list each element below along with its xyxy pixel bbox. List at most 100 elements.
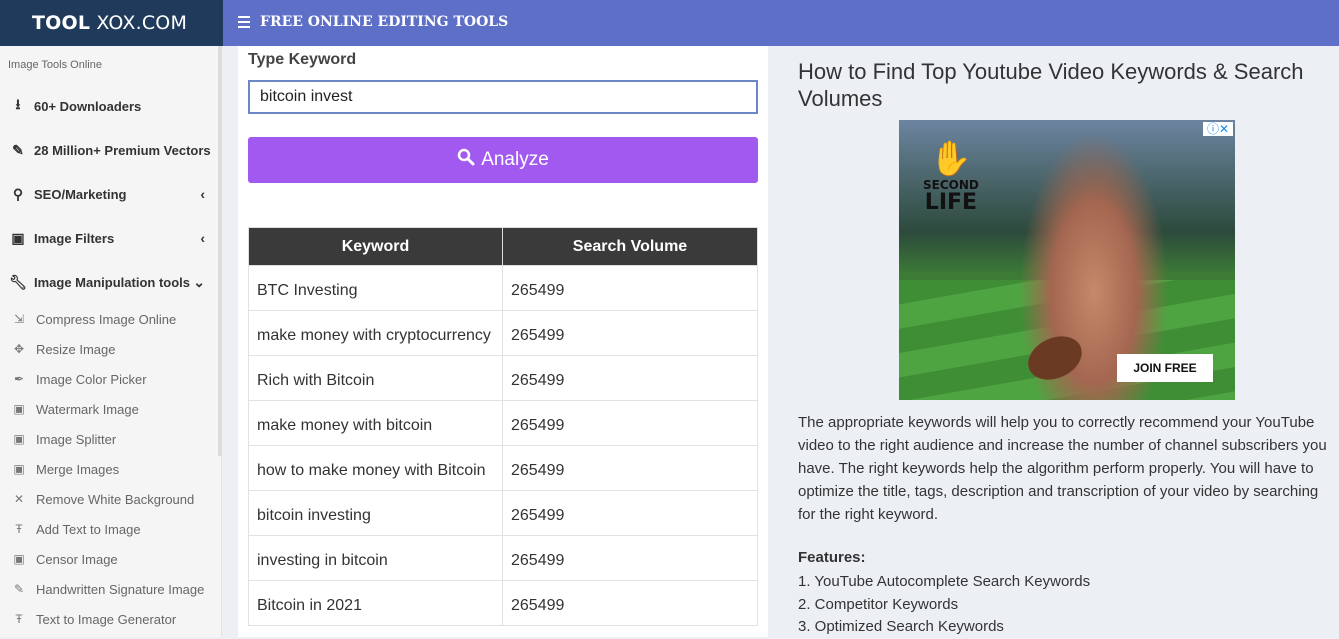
sidebar-subitem-resize[interactable]: ✥ Resize Image (0, 334, 221, 364)
keyword-cell: Bitcoin in 2021 (248, 580, 503, 626)
sidebar-scrollbar[interactable] (218, 46, 222, 456)
table-row: how to make money with Bitcoin 265499 (248, 445, 758, 491)
keyword-cell: Rich with Bitcoin (248, 355, 503, 401)
wrench-icon: 🔧︎ (9, 273, 27, 290)
analyze-button-label: Analyze (481, 149, 549, 170)
sidebar-subitem-label: Resize Image (36, 341, 116, 357)
volume-cell: 265499 (502, 490, 758, 536)
hamburger-icon[interactable] (238, 16, 250, 28)
sidebar-subitem-splitter[interactable]: ▣ Image Splitter (0, 424, 221, 454)
sidebar-subitem-label: Censor Image (36, 551, 118, 567)
image-icon: ▣ (13, 552, 25, 566)
table-row: Rich with Bitcoin 265499 (248, 355, 758, 401)
sidebar-subitem-text-to-image[interactable]: Ŧ Text to Image Generator (0, 604, 221, 634)
table-row: Bitcoin in 2021 265499 (248, 580, 758, 626)
features-list: 1. YouTube Autocomplete Search Keywords … (798, 571, 1090, 639)
keyword-cell: make money with cryptocurrency (248, 310, 503, 356)
search-icon: ⚲ (12, 185, 24, 202)
table-row: investing in bitcoin 265499 (248, 535, 758, 581)
article-description: The appropriate keywords will help you t… (798, 414, 1327, 523)
site-logo[interactable]: TOOL XOX.COM (0, 0, 223, 46)
keyword-cell: how to make money with Bitcoin (248, 445, 503, 491)
eyedropper-icon: ✒ (13, 372, 25, 386)
sidebar-item-label: SEO/Marketing (34, 186, 127, 202)
keyword-cell: BTC Investing (248, 265, 503, 311)
text-icon: Ŧ (15, 522, 23, 536)
sidebar-item-label: Image Filters (34, 230, 115, 246)
sidebar-subitem-color-picker[interactable]: ✒ Image Color Picker (0, 364, 221, 394)
keyword-label: Type Keyword (248, 51, 357, 68)
sidebar-item-seo-marketing[interactable]: ⚲ SEO/Marketing ‹ (0, 172, 221, 216)
feature-item: 2. Competitor Keywords (798, 595, 959, 613)
sidebar-subitem-label: Compress Image Online (36, 311, 177, 327)
header-title: FREE ONLINE EDITING TOOLS (260, 14, 509, 30)
sidebar-subitem-label: Merge Images (36, 461, 120, 477)
keyword-table: Keyword Search Volume BTC Investing 26549… (248, 227, 758, 626)
chevron-left-icon: ‹ (200, 186, 205, 202)
features-heading: Features: (798, 549, 866, 566)
sidebar-subitem-remove-bg[interactable]: ✕ Remove White Background (0, 484, 221, 514)
sidebar-item-image-manipulation[interactable]: 🔧︎ Image Manipulation tools ⌄ (0, 260, 221, 304)
sidebar-subitem-label: Add Text to Image (36, 521, 141, 537)
sidebar-item-label: Image Manipulation tools (34, 274, 191, 290)
pencil-icon: ✎ (12, 141, 24, 158)
image-icon: ▣ (13, 462, 25, 476)
sidebar-subitem-label: Handwritten Signature Image (36, 581, 205, 597)
keyword-cell: investing in bitcoin (248, 535, 503, 581)
hand-icon: ✋ (929, 139, 973, 179)
column-header-search-volume: Search Volume (502, 227, 758, 266)
close-icon: ✕ (13, 492, 25, 506)
sidebar-heading: Image Tools Online (8, 59, 102, 71)
image-icon: ▣ (11, 229, 25, 246)
volume-cell: 265499 (502, 355, 758, 401)
ad-brand-bottom: LIFE (924, 190, 978, 215)
feature-item: 3. Optimized Search Keywords (798, 618, 1004, 635)
sidebar-subitem-signature[interactable]: ✎ Handwritten Signature Image (0, 574, 221, 604)
volume-cell: 265499 (502, 445, 758, 491)
sidebar-subitem-label: Image Color Picker (36, 371, 147, 387)
search-icon (457, 148, 475, 172)
sidebar-subitem-label: Watermark Image (36, 401, 139, 417)
article-panel: How to Find Top Youtube Video Keywords &… (768, 46, 1339, 637)
chevron-down-icon: ⌄ (193, 273, 205, 290)
sidebar-subitem-watermark[interactable]: ▣ Watermark Image (0, 394, 221, 424)
table-row: bitcoin investing 265499 (248, 490, 758, 536)
top-header: TOOL XOX.COM FREE ONLINE EDITING TOOLS (0, 0, 1339, 46)
ad-close-icon[interactable]: ⓘ✕ (1203, 122, 1233, 136)
volume-cell: 265499 (502, 310, 758, 356)
image-icon: ▣ (13, 402, 25, 416)
sidebar-subitem-compress[interactable]: ⇲ Compress Image Online (0, 304, 221, 334)
volume-cell: 265499 (502, 265, 758, 311)
sidebar-subitem-censor[interactable]: ▣ Censor Image (0, 544, 221, 574)
table-row: BTC Investing 265499 (248, 265, 758, 311)
sidebar-subitem-label: Image Splitter (36, 431, 117, 447)
volume-cell: 265499 (502, 580, 758, 626)
feature-item: 1. YouTube Autocomplete Search Keywords (798, 573, 1091, 590)
sidebar-item-label: 60+ Downloaders (34, 98, 142, 114)
main-panel: Type Keyword Analyze Keyword Search Volu… (238, 46, 768, 637)
sidebar-item-downloaders[interactable]: ⭳ 60+ Downloaders (0, 84, 221, 128)
sidebar-item-label: 28 Million+ Premium Vectors (34, 142, 211, 158)
analyze-button[interactable]: Analyze (248, 137, 758, 183)
table-header-row: Keyword Search Volume (248, 227, 758, 266)
sidebar-item-premium-vectors[interactable]: ✎ 28 Million+ Premium Vectors (0, 128, 221, 172)
article-title: How to Find Top Youtube Video Keywords &… (798, 59, 1304, 111)
sidebar-subitem-merge[interactable]: ▣ Merge Images (0, 454, 221, 484)
ad-brand-logo: ✋ SECOND LIFE (923, 140, 979, 214)
keyword-input[interactable] (248, 80, 758, 114)
pencil-icon: ✎ (13, 582, 25, 596)
volume-cell: 265499 (502, 535, 758, 581)
image-icon: ▣ (13, 432, 25, 446)
keyword-cell: make money with bitcoin (248, 400, 503, 446)
sidebar-item-image-filters[interactable]: ▣ Image Filters ‹ (0, 216, 221, 260)
column-header-keyword: Keyword (248, 227, 503, 266)
compress-icon: ⇲ (13, 312, 25, 326)
sidebar-subitem-label: Remove White Background (36, 491, 195, 507)
ad-cta-button[interactable]: JOIN FREE (1117, 354, 1213, 382)
advertisement[interactable]: ✋ SECOND LIFE JOIN FREE ⓘ✕ (899, 120, 1235, 400)
sidebar-subitem-label: Text to Image Generator (36, 611, 177, 627)
volume-cell: 265499 (502, 400, 758, 446)
sidebar-subitem-add-text[interactable]: Ŧ Add Text to Image (0, 514, 221, 544)
table-row: make money with cryptocurrency 265499 (248, 310, 758, 356)
text-icon: Ŧ (15, 612, 23, 626)
